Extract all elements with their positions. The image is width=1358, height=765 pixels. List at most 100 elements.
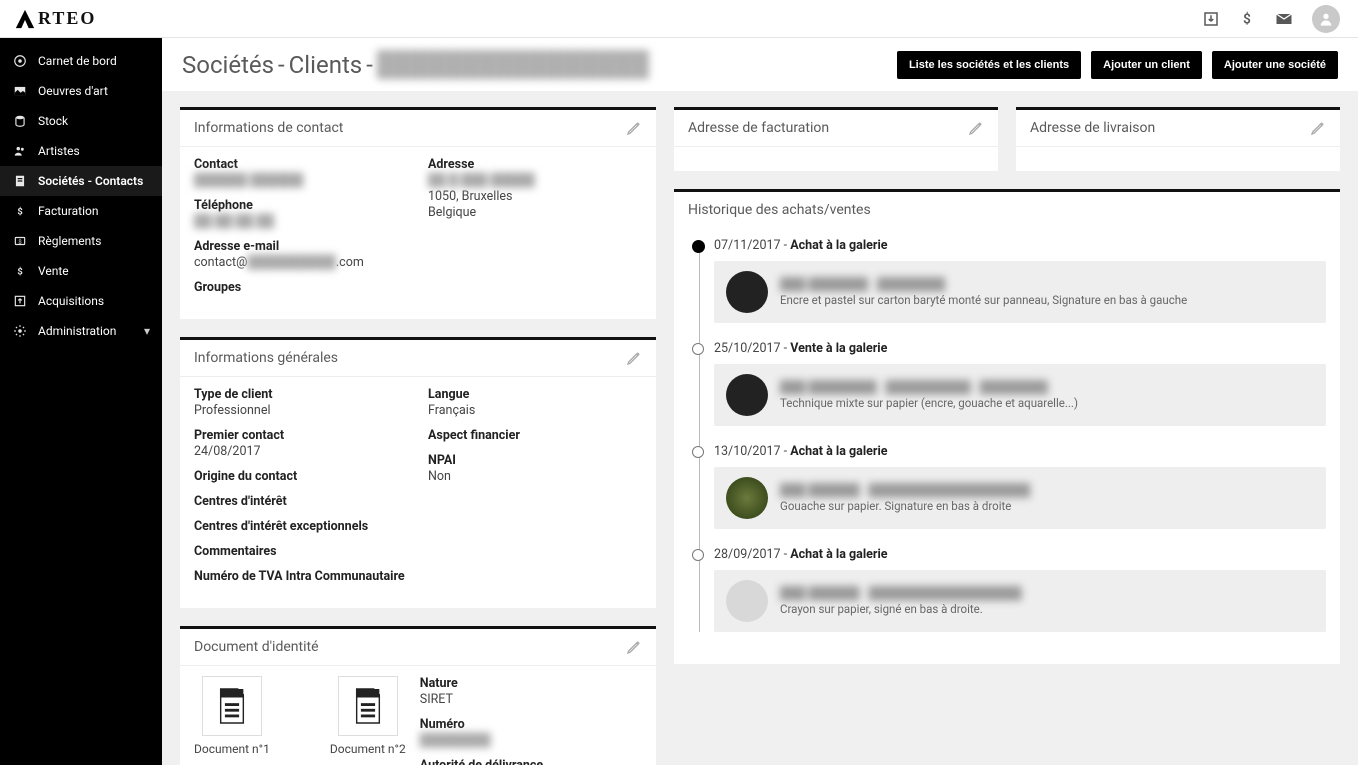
aspect-label: Aspect financier (428, 428, 642, 443)
client-type-value: Professionnel (194, 403, 408, 418)
timeline-date: 28/09/2017 (714, 547, 781, 562)
timeline-type: Achat à la galerie (790, 444, 887, 459)
sidebar-item-label: Oeuvres d'art (38, 84, 108, 98)
address-line3: Belgique (428, 205, 642, 220)
sidebar-item-dashboard[interactable]: Carnet de bord (0, 46, 162, 76)
target-icon (12, 53, 28, 69)
sidebar-item-label: Règlements (38, 234, 101, 248)
breadcrumb-client-name: ████████████████ (377, 50, 649, 79)
artwork-desc: Encre et pastel sur carton baryté monté … (780, 293, 1187, 307)
timeline-item: 07/11/2017 - Achat à la galerie ███ ████… (714, 238, 1326, 323)
first-contact-label: Premier contact (194, 428, 408, 443)
timeline-date: 25/10/2017 (714, 341, 781, 356)
sidebar-item-label: Facturation (38, 204, 98, 218)
sidebar-item-artists[interactable]: Artistes (0, 136, 162, 166)
download-icon[interactable] (1202, 10, 1220, 28)
interests-exceptional-label: Centres d'intérêt exceptionnels (194, 519, 408, 534)
client-type-label: Type de client (194, 387, 408, 402)
comments-label: Commentaires (194, 544, 408, 559)
dollar-icon: $ (12, 263, 28, 279)
vat-label: Numéro de TVA Intra Communautaire (194, 569, 408, 584)
sidebar-item-admin[interactable]: Administration ▾ (0, 316, 162, 346)
origin-label: Origine du contact (194, 469, 408, 484)
email-value: contact@██████████.com (194, 255, 408, 270)
contact-info-card: Informations de contact Contact██████ ██… (180, 107, 656, 319)
add-company-button[interactable]: Ajouter une société (1212, 51, 1338, 79)
phone-value: ██ ██ ██ ██ (194, 214, 274, 229)
edit-icon[interactable] (626, 639, 642, 655)
sidebar-item-billing[interactable]: $ Facturation (0, 196, 162, 226)
billing-address-card: Adresse de facturation (674, 107, 998, 171)
first-contact-value: 24/08/2017 (194, 444, 408, 459)
breadcrumb: Sociétés - Clients - ████████████████ (182, 50, 649, 79)
wallet-icon: $ (12, 233, 28, 249)
artwork-desc: Gouache sur papier. Signature en bas à d… (780, 499, 1030, 513)
mail-icon[interactable] (1274, 9, 1294, 29)
artwork-desc: Crayon sur papier, signé en bas à droite… (780, 602, 1022, 616)
list-companies-button[interactable]: Liste les sociétés et les clients (897, 51, 1081, 79)
shipping-address-card: Adresse de livraison (1016, 107, 1340, 171)
doc2-label: Document n°2 (330, 742, 406, 756)
sidebar-item-label: Vente (38, 264, 69, 278)
timeline-item: 28/09/2017 - Achat à la galerie ███ ████… (714, 547, 1326, 632)
timeline-dot-icon (692, 240, 705, 253)
sidebar-item-payments[interactable]: $ Règlements (0, 226, 162, 256)
contact-label: Contact (194, 157, 408, 172)
sidebar-item-stock[interactable]: Stock (0, 106, 162, 136)
general-info-card: Informations générales Type de clientPro… (180, 337, 656, 608)
artwork-title: ███ ████████ · ██████████ · ████████ (780, 380, 1078, 394)
column-right: Adresse de facturation Adresse de livrai… (674, 107, 1340, 749)
sidebar-item-label: Acquisitions (38, 294, 104, 308)
edit-icon[interactable] (626, 120, 642, 136)
timeline-entry[interactable]: ███ ██████ · ███████████████████ Gouache … (714, 467, 1326, 529)
svg-text:$: $ (17, 207, 22, 218)
user-icon (1318, 11, 1334, 27)
nature-value: SIRET (420, 692, 642, 707)
groups-label: Groupes (194, 280, 408, 295)
dollar-icon: $ (12, 203, 28, 219)
artwork-thumb (726, 477, 768, 519)
phone-label: Téléphone (194, 198, 408, 213)
timeline-entry[interactable]: ███ ███████ · ████████Encre et pastel su… (714, 261, 1326, 323)
card-title: Adresse de livraison (1030, 120, 1155, 136)
timeline-type: Vente à la galerie (790, 341, 887, 356)
topbar-actions: $ (1202, 5, 1358, 33)
sidebar-item-artworks[interactable]: Oeuvres d'art (0, 76, 162, 106)
svg-text:$: $ (17, 267, 22, 278)
database-icon (12, 113, 28, 129)
artwork-title: ███ ██████ · ██████████████████ (780, 586, 1022, 600)
artwork-desc: Technique mixte sur papier (encre, gouac… (780, 396, 1078, 410)
add-client-button[interactable]: Ajouter un client (1091, 51, 1202, 79)
address-label: Adresse (428, 157, 642, 172)
page-header: Sociétés - Clients - ████████████████ Li… (162, 38, 1358, 91)
sidebar: Carnet de bord Oeuvres d'art Stock Artis… (0, 38, 162, 765)
edit-icon[interactable] (968, 120, 984, 136)
sidebar-item-acquisitions[interactable]: Acquisitions (0, 286, 162, 316)
sidebar-item-label: Administration (38, 324, 116, 338)
logo: RTEO (0, 0, 162, 38)
dollar-icon[interactable]: $ (1238, 10, 1256, 28)
timeline-entry[interactable]: ███ ████████ · ██████████ · ████████ Tech… (714, 364, 1326, 426)
contacts-icon (12, 173, 28, 189)
users-icon (12, 143, 28, 159)
document-1[interactable]: Document n°1 (194, 676, 270, 765)
artwork-title: ███ ██████ · ███████████████████ (780, 483, 1030, 497)
image-icon (12, 83, 28, 99)
timeline-type: Achat à la galerie (790, 547, 887, 562)
timeline-entry[interactable]: ███ ██████ · ██████████████████ Crayon su… (714, 570, 1326, 632)
number-value: ████████ (420, 733, 491, 748)
timeline-date: 07/11/2017 (714, 238, 781, 253)
edit-icon[interactable] (626, 350, 642, 366)
user-avatar[interactable] (1312, 5, 1340, 33)
edit-icon[interactable] (1310, 120, 1326, 136)
artwork-thumb (726, 580, 768, 622)
card-title: Document d'identité (194, 639, 319, 655)
topbar: RTEO $ (0, 0, 1358, 38)
nature-label: Nature (420, 676, 642, 691)
logo-icon (14, 8, 36, 30)
number-label: Numéro (420, 717, 642, 732)
sidebar-item-sale[interactable]: $ Vente (0, 256, 162, 286)
timeline: 07/11/2017 - Achat à la galerie ███ ████… (688, 238, 1326, 632)
sidebar-item-contacts[interactable]: Sociétés - Contacts (0, 166, 162, 196)
document-2[interactable]: Document n°2 (330, 676, 406, 765)
